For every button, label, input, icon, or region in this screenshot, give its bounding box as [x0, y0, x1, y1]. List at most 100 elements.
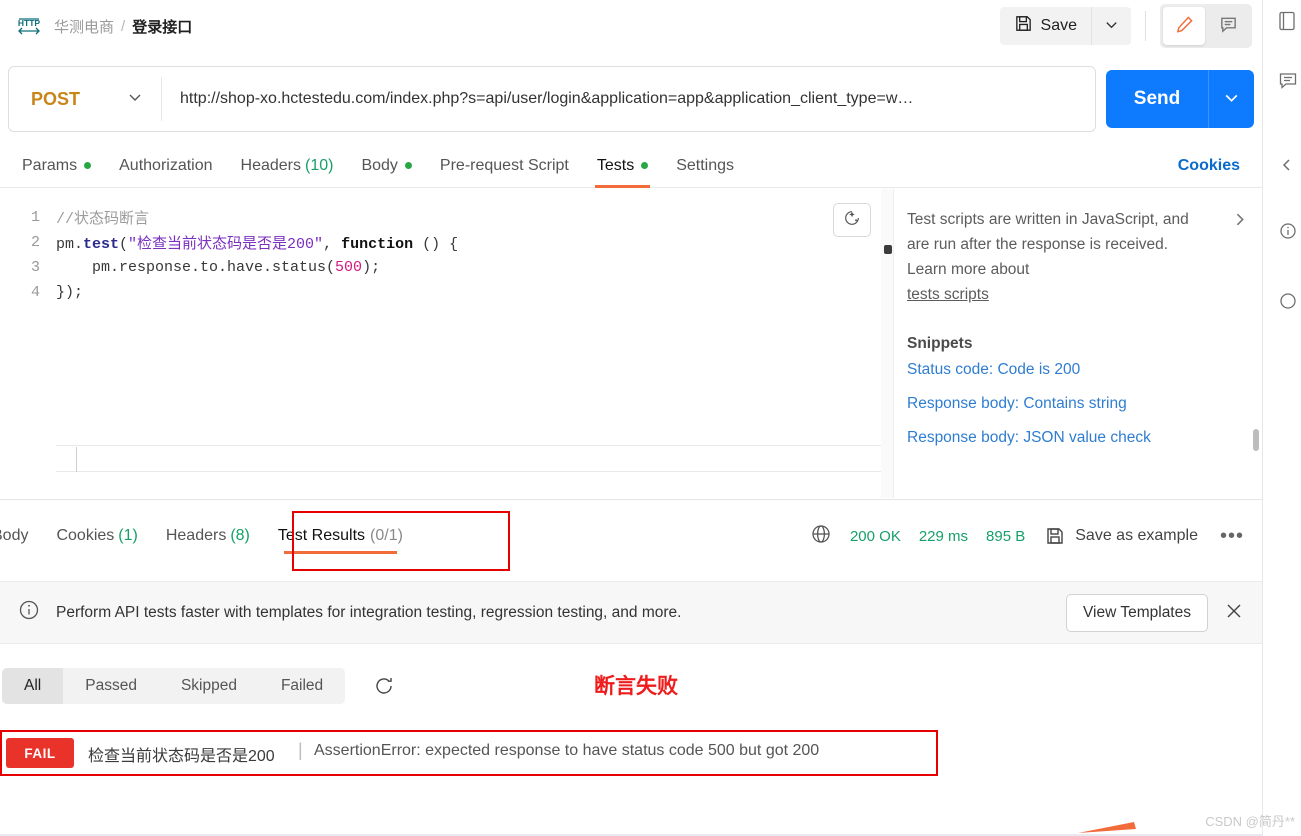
- postbot-magic-icon: [843, 209, 861, 232]
- chevron-down-icon: [1223, 89, 1240, 109]
- info-icon[interactable]: [1279, 218, 1301, 244]
- save-as-example-button[interactable]: Save as example: [1075, 527, 1198, 545]
- edit-mode-button[interactable]: [1163, 7, 1205, 45]
- circle-icon[interactable]: [1279, 288, 1301, 314]
- comment-icon[interactable]: [1279, 68, 1301, 94]
- tab-authorization-label: Authorization: [119, 156, 213, 174]
- tab-headers-label: Headers: [240, 156, 301, 174]
- snippet-contains-string[interactable]: Response body: Contains string: [907, 395, 1240, 413]
- filter-segments: All Passed Skipped Failed: [2, 668, 346, 704]
- method-selector[interactable]: POST: [9, 67, 161, 131]
- code-token-string: "检查当前状态码是否是200": [128, 236, 324, 253]
- refresh-icon[interactable]: [373, 675, 395, 697]
- http-protocol-icon: HTTP: [16, 15, 42, 37]
- tab-headers[interactable]: Headers (10): [227, 144, 348, 188]
- filter-passed[interactable]: Passed: [63, 668, 159, 704]
- filter-skipped[interactable]: Skipped: [159, 668, 259, 704]
- response-time: 229 ms: [918, 527, 969, 545]
- response-tab-test-results-label: Test Results: [277, 527, 366, 544]
- snippet-json-value-check[interactable]: Response body: JSON value check: [907, 429, 1240, 447]
- code-token-open: () {: [413, 236, 459, 253]
- comment-icon: [1219, 15, 1238, 37]
- ellipsis-icon[interactable]: •••: [1220, 525, 1244, 548]
- code-line-1: 1 //状态码断言: [0, 205, 893, 230]
- editor-scrollbar-thumb[interactable]: [884, 245, 892, 254]
- floppy-disk-icon: [1014, 14, 1033, 38]
- comments-button[interactable]: [1207, 7, 1249, 45]
- tab-tests[interactable]: Tests: [583, 144, 662, 188]
- tab-body[interactable]: Body: [347, 144, 425, 188]
- chevron-right-icon[interactable]: [1231, 211, 1248, 233]
- tab-pre-request-script[interactable]: Pre-request Script: [426, 144, 583, 188]
- chevron-down-icon: [127, 89, 143, 110]
- snippet-status-code[interactable]: Status code: Code is 200: [907, 361, 1240, 379]
- chevron-left-icon[interactable]: [1279, 152, 1301, 178]
- top-right-controls: Save: [999, 4, 1252, 48]
- code-token-function: function: [341, 236, 414, 253]
- breadcrumb-separator: /: [121, 17, 126, 35]
- code-token-test: test: [83, 236, 120, 253]
- help-panel-fade: [895, 478, 1262, 498]
- response-tab-test-results-count: (0/1): [370, 527, 403, 544]
- response-tabs: Body Cookies (1) Headers (8) Test Result…: [0, 500, 1262, 572]
- modified-dot-icon: [404, 162, 412, 169]
- save-options-button[interactable]: [1091, 7, 1131, 45]
- response-tab-headers-count: (8): [230, 527, 250, 544]
- tests-scripts-link[interactable]: tests scripts: [907, 286, 989, 303]
- tab-settings-label: Settings: [676, 156, 735, 174]
- code-comment: //状态码断言: [56, 211, 150, 228]
- code-token-pm: pm.: [56, 236, 84, 253]
- close-icon[interactable]: [1224, 601, 1244, 625]
- send-options-button[interactable]: [1208, 70, 1254, 128]
- filter-failed[interactable]: Failed: [259, 668, 345, 704]
- postbot-button[interactable]: [833, 203, 871, 237]
- save-button[interactable]: Save: [999, 7, 1091, 45]
- help-panel-scrollbar[interactable]: [1253, 429, 1259, 451]
- url-input-box: POST http://shop-xo.hctestedu.com/index.…: [8, 66, 1096, 132]
- filter-all[interactable]: All: [2, 668, 64, 704]
- line-number: 4: [30, 284, 40, 301]
- response-tab-body[interactable]: Body: [0, 510, 42, 562]
- tab-headers-count: (10): [305, 156, 334, 174]
- toolbar-divider: [1145, 11, 1146, 41]
- tests-code-editor[interactable]: 1 //状态码断言 2 pm.test("检查当前状态码是否是200", fun…: [0, 189, 894, 498]
- globe-icon[interactable]: [810, 523, 832, 550]
- view-templates-button[interactable]: View Templates: [1066, 593, 1208, 632]
- editor-scrollbar-track[interactable]: [881, 189, 893, 498]
- tab-authorization[interactable]: Authorization: [105, 144, 226, 188]
- response-tab-test-results[interactable]: Test Results (0/1): [264, 510, 417, 562]
- response-tab-cookies[interactable]: Cookies (1): [42, 510, 151, 562]
- code-token-paren: (: [119, 236, 129, 253]
- tab-settings[interactable]: Settings: [662, 144, 748, 188]
- floppy-disk-icon: [1045, 526, 1065, 546]
- tests-help-panel: Test scripts are written in JavaScript, …: [895, 189, 1262, 498]
- cookies-link[interactable]: Cookies: [1178, 157, 1240, 175]
- pencil-icon: [1175, 15, 1194, 37]
- tab-params-label: Params: [22, 156, 78, 174]
- response-tab-headers[interactable]: Headers (8): [152, 510, 264, 562]
- tab-pre-request-script-label: Pre-request Script: [439, 156, 569, 174]
- modified-dot-icon: [84, 162, 92, 169]
- response-size: 895 B: [986, 527, 1026, 545]
- test-result-name: 检查当前状态码是否是200: [88, 748, 275, 765]
- right-sidebar: [1262, 0, 1301, 836]
- code-token-status-number: 500: [335, 259, 363, 276]
- modified-dot-icon: [641, 162, 649, 169]
- request-tabs: Params Authorization Headers (10) Body P…: [0, 144, 1262, 188]
- annotation-assert-failed: 断言失败: [594, 675, 678, 698]
- code-line-4: 4 });: [0, 280, 893, 305]
- watermark: CSDN @简丹**: [1205, 814, 1295, 829]
- url-input[interactable]: http://shop-xo.hctestedu.com/index.php?s…: [162, 90, 1095, 108]
- cursor-arrow-annotation: [1078, 822, 1136, 833]
- method-label: POST: [31, 88, 81, 109]
- response-tab-headers-label: Headers: [165, 527, 227, 544]
- tab-params[interactable]: Params: [8, 144, 105, 188]
- current-line-highlight: [56, 445, 893, 472]
- save-button-label: Save: [1040, 17, 1077, 34]
- line-number: 1: [30, 209, 40, 226]
- documentation-icon[interactable]: [1279, 8, 1301, 34]
- code-token-assertion: pm.response.to.have.status(: [56, 259, 336, 276]
- breadcrumb-current[interactable]: 登录接口: [132, 16, 192, 37]
- breadcrumb-parent[interactable]: 华测电商: [54, 16, 114, 37]
- send-button[interactable]: Send: [1106, 70, 1208, 128]
